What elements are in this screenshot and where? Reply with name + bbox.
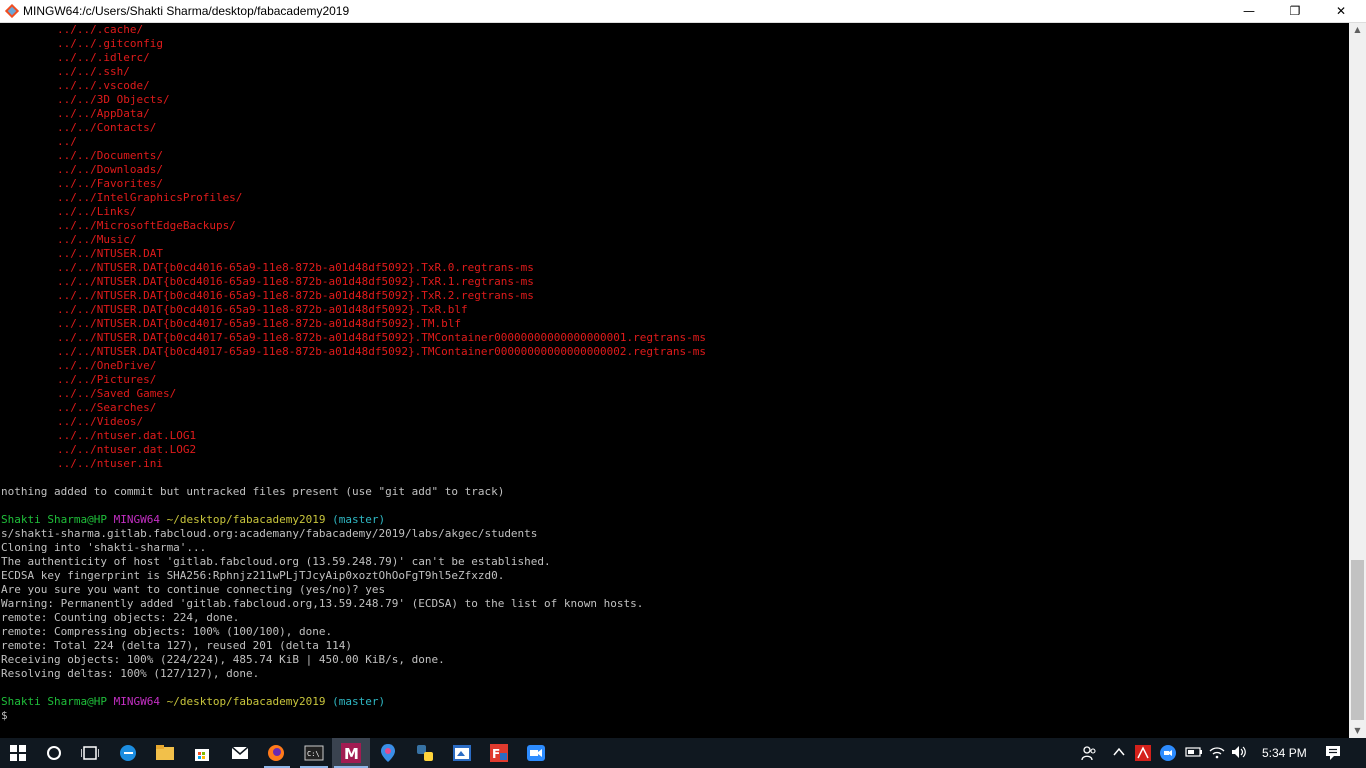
output-line: remote: Compressing objects: 100% (100/1… bbox=[1, 625, 333, 638]
scrollbar-thumb[interactable] bbox=[1351, 560, 1364, 720]
taskbar: C:\ M F 5:34 PM bbox=[0, 738, 1366, 768]
untracked-file: ../../Links/ bbox=[57, 205, 137, 218]
untracked-file: ../../ntuser.dat.LOG1 bbox=[57, 429, 197, 442]
battery-icon[interactable] bbox=[1185, 745, 1203, 762]
untracked-file: ../../Saved Games/ bbox=[57, 387, 177, 400]
maximize-button[interactable]: ❐ bbox=[1272, 0, 1318, 23]
untracked-file: ../../Documents/ bbox=[57, 149, 163, 162]
git-bash-app-icon bbox=[5, 4, 19, 18]
svg-text:F: F bbox=[492, 747, 500, 761]
svg-text:C:\: C:\ bbox=[307, 750, 320, 758]
terminal-output[interactable]: ../../.cache/../../.gitconfig ../../.idle… bbox=[0, 23, 1349, 738]
output-line: ECDSA key fingerprint is SHA256:Rphnjz21… bbox=[1, 569, 505, 582]
map-pin-icon[interactable] bbox=[376, 741, 400, 765]
firefox-icon[interactable] bbox=[264, 741, 288, 765]
prompt-shell: MINGW64 bbox=[113, 513, 160, 526]
action-center-icon[interactable] bbox=[1325, 745, 1341, 764]
scroll-down-icon[interactable]: ▼ bbox=[1349, 724, 1366, 738]
untracked-file: ../../ntuser.dat.LOG2 bbox=[57, 443, 197, 456]
minimize-button[interactable]: — bbox=[1226, 0, 1272, 23]
foxit-icon[interactable]: F bbox=[487, 741, 511, 765]
volume-icon[interactable] bbox=[1231, 745, 1247, 762]
zoom-icon[interactable] bbox=[524, 741, 548, 765]
scroll-up-icon[interactable]: ▲ bbox=[1349, 23, 1366, 37]
untracked-file: ../ bbox=[57, 135, 77, 148]
vertical-scrollbar[interactable]: ▲ ▼ bbox=[1349, 23, 1366, 738]
untracked-file: ../../Contacts/ bbox=[57, 121, 157, 134]
untracked-file: ../../Favorites/ bbox=[57, 177, 163, 190]
untracked-file: ../../.cache/ bbox=[57, 23, 144, 36]
output-line: remote: Counting objects: 224, done. bbox=[1, 611, 240, 624]
output-line: The authenticity of host 'gitlab.fabclou… bbox=[1, 555, 551, 568]
prompt-branch: (master) bbox=[332, 513, 386, 526]
untracked-file: ../../AppData/ bbox=[57, 107, 150, 120]
untracked-file: ../../Videos/ bbox=[57, 415, 144, 428]
prompt-user: Shakti Sharma@HP bbox=[1, 513, 107, 526]
zoom-tray-icon[interactable] bbox=[1160, 745, 1176, 764]
untracked-file: ../../NTUSER.DAT{b0cd4017-65a9-11e8-872b… bbox=[57, 345, 707, 358]
prompt-line: Shakti Sharma@HP MINGW64 ~/desktop/fabac… bbox=[1, 695, 385, 709]
svg-text:M: M bbox=[344, 745, 359, 763]
mail-icon[interactable] bbox=[228, 741, 252, 765]
prompt-branch: (master) bbox=[332, 695, 386, 708]
output-line: Cloning into 'shakti-sharma'... bbox=[1, 541, 207, 554]
output-line: Warning: Permanently added 'gitlab.fabcl… bbox=[1, 597, 644, 610]
cortana-search-icon[interactable] bbox=[42, 741, 66, 765]
title-bar: MINGW64:/c/Users/Shakti Sharma/desktop/f… bbox=[0, 0, 1366, 23]
taskbar-clock[interactable]: 5:34 PM bbox=[1262, 746, 1307, 760]
untracked-file: ../../IntelGraphicsProfiles/ bbox=[57, 191, 243, 204]
untracked-file: ../../MicrosoftEdgeBackups/ bbox=[57, 219, 236, 232]
command-prompt-icon[interactable]: C:\ bbox=[302, 741, 326, 765]
prompt-path: ~/desktop/fabacademy2019 bbox=[166, 513, 326, 526]
show-hidden-icons-chevron-icon[interactable] bbox=[1112, 745, 1126, 762]
untracked-file: ../../NTUSER.DAT{b0cd4017-65a9-11e8-872b… bbox=[57, 317, 461, 330]
untracked-file: ../../Music/ bbox=[57, 233, 137, 246]
untracked-file: ../../3D Objects/ bbox=[57, 93, 170, 106]
git-bash-icon[interactable]: M bbox=[339, 741, 363, 765]
store-icon[interactable] bbox=[190, 741, 214, 765]
untracked-file: ../../NTUSER.DAT{b0cd4016-65a9-11e8-872b… bbox=[57, 275, 534, 288]
untracked-file: ../../Searches/ bbox=[57, 401, 157, 414]
output-line: Resolving deltas: 100% (127/127), done. bbox=[1, 667, 260, 680]
status-message: nothing added to commit but untracked fi… bbox=[1, 485, 505, 498]
untracked-file: ../../NTUSER.DAT{b0cd4016-65a9-11e8-872b… bbox=[57, 261, 534, 274]
untracked-file: ../../NTUSER.DAT{b0cd4016-65a9-11e8-872b… bbox=[57, 303, 468, 316]
people-icon[interactable] bbox=[1081, 745, 1097, 764]
close-button[interactable]: ✕ bbox=[1318, 0, 1364, 23]
paint-icon[interactable] bbox=[450, 741, 474, 765]
prompt-shell: MINGW64 bbox=[113, 695, 160, 708]
wifi-icon[interactable] bbox=[1209, 745, 1225, 762]
acrobat-tray-icon[interactable] bbox=[1135, 745, 1151, 764]
untracked-file: ../../NTUSER.DAT{b0cd4017-65a9-11e8-872b… bbox=[57, 331, 707, 344]
untracked-file: ../../.gitconfig bbox=[57, 37, 163, 50]
prompt-path: ~/desktop/fabacademy2019 bbox=[166, 695, 326, 708]
untracked-file: ../../OneDrive/ bbox=[57, 359, 157, 372]
untracked-file: ../../NTUSER.DAT bbox=[57, 247, 163, 260]
prompt-user: Shakti Sharma@HP bbox=[1, 695, 107, 708]
untracked-file: ../../NTUSER.DAT{b0cd4016-65a9-11e8-872b… bbox=[57, 289, 534, 302]
output-line: Receiving objects: 100% (224/224), 485.7… bbox=[1, 653, 445, 666]
windows-start-icon[interactable] bbox=[6, 741, 30, 765]
prompt-line: Shakti Sharma@HP MINGW64 ~/desktop/fabac… bbox=[1, 513, 385, 527]
command-input-line[interactable]: $ bbox=[1, 709, 8, 723]
window-title: MINGW64:/c/Users/Shakti Sharma/desktop/f… bbox=[23, 4, 350, 18]
output-line: Are you sure you want to continue connec… bbox=[1, 583, 386, 596]
untracked-file: ../../Downloads/ bbox=[57, 163, 163, 176]
untracked-file: ../../.idlerc/ bbox=[57, 51, 150, 64]
python-icon[interactable] bbox=[413, 741, 437, 765]
command-line: s/shakti-sharma.gitlab.fabcloud.org:acad… bbox=[1, 527, 538, 540]
output-line: remote: Total 224 (delta 127), reused 20… bbox=[1, 639, 352, 652]
untracked-file: ../../.ssh/ bbox=[57, 65, 130, 78]
file-explorer-icon[interactable] bbox=[153, 741, 177, 765]
untracked-file: ../../ntuser.ini bbox=[57, 457, 163, 470]
edge-browser-icon[interactable] bbox=[116, 741, 140, 765]
task-view-icon[interactable] bbox=[78, 741, 102, 765]
untracked-file: ../../Pictures/ bbox=[57, 373, 157, 386]
untracked-file: ../../.vscode/ bbox=[57, 79, 150, 92]
